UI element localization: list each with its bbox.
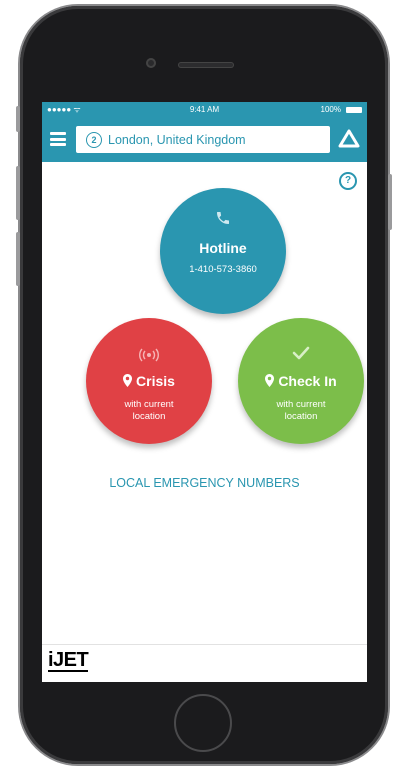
- crisis-title-row: Crisis: [86, 373, 212, 390]
- earpiece-speaker: [178, 62, 234, 68]
- hamburger-icon[interactable]: [50, 132, 66, 146]
- check-in-title-row: Check In: [238, 373, 364, 390]
- location-selector[interactable]: 2 London, United Kingdom: [76, 126, 330, 153]
- wireless-signal-icon: [86, 348, 212, 367]
- battery-percent: 100%: [320, 105, 341, 114]
- phone-frame: ●●●●● ᯤ 9:41 AM 100% 2 London, United Ki…: [16, 6, 392, 764]
- footer-divider: [42, 644, 367, 645]
- check-in-title: Check In: [278, 373, 337, 389]
- ijet-logo: iJET: [48, 649, 89, 672]
- crisis-subtitle-2: location: [132, 411, 166, 422]
- crisis-title: Crisis: [136, 373, 175, 389]
- current-location: London, United Kingdom: [108, 132, 246, 147]
- map-pin-icon: [265, 374, 275, 390]
- check-icon: [238, 346, 364, 365]
- front-camera: [146, 58, 156, 68]
- home-button: [174, 694, 232, 752]
- hotline-button[interactable]: Hotline 1-410-573-3860: [160, 188, 286, 314]
- check-in-subtitle-1: with current: [276, 399, 326, 410]
- status-time: 9:41 AM: [189, 105, 220, 114]
- power-button: [388, 174, 392, 230]
- crisis-button[interactable]: Crisis with current location: [86, 318, 212, 444]
- status-bar: ●●●●● ᯤ 9:41 AM 100%: [42, 102, 367, 118]
- battery-icon: [346, 107, 362, 113]
- help-icon[interactable]: ?: [339, 172, 357, 190]
- check-in-subtitle-2: location: [284, 411, 318, 422]
- hotline-number: 1-410-573-3860: [189, 264, 257, 275]
- alert-triangle-icon[interactable]: [337, 128, 361, 150]
- local-emergency-numbers-link[interactable]: LOCAL EMERGENCY NUMBERS: [42, 476, 367, 490]
- volume-up-button: [16, 166, 20, 220]
- top-nav-bar: 2 London, United Kingdom: [42, 118, 367, 162]
- app-screen: ●●●●● ᯤ 9:41 AM 100% 2 London, United Ki…: [42, 102, 367, 682]
- map-pin-icon: [123, 374, 133, 390]
- check-in-button[interactable]: Check In with current location: [238, 318, 364, 444]
- location-count-badge: 2: [86, 131, 102, 148]
- mute-switch: [16, 106, 20, 132]
- volume-down-button: [16, 232, 20, 286]
- crisis-subtitle-1: with current: [124, 399, 174, 410]
- hotline-title: Hotline: [199, 240, 247, 256]
- phone-icon: [160, 210, 286, 231]
